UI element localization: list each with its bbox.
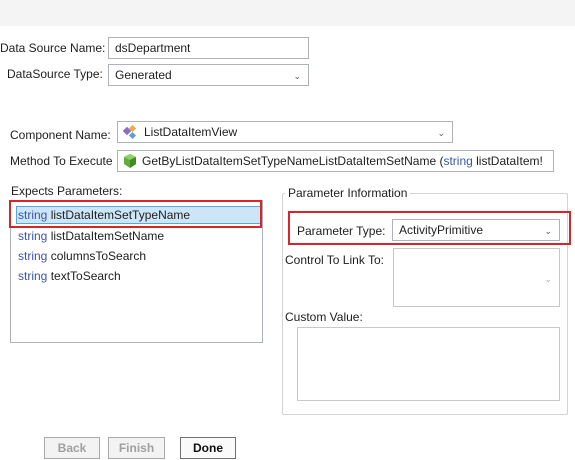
param-name: textToSearch xyxy=(50,269,121,283)
param-name: columnsToSearch xyxy=(50,249,147,263)
done-button[interactable]: Done xyxy=(180,437,236,459)
finish-button[interactable]: Finish xyxy=(108,437,165,459)
back-button[interactable]: Back xyxy=(44,437,100,459)
component-name-value: ListDataItemView xyxy=(144,125,238,139)
chevron-down-icon: ⌄ xyxy=(544,274,552,284)
custom-value-label: Custom Value: xyxy=(285,310,363,324)
chevron-down-icon: ⌄ xyxy=(544,226,552,236)
method-value: GetByListDataItemSetTypeNameListDataItem… xyxy=(142,153,543,169)
param-name: listDataItemSetName xyxy=(50,229,165,243)
method-to-execute-select[interactable]: GetByListDataItemSetTypeNameListDataItem… xyxy=(117,150,554,172)
data-source-name-label: Data Source Name: xyxy=(0,41,106,55)
component-icon xyxy=(123,125,137,140)
chevron-down-icon: ⌄ xyxy=(437,128,445,138)
method-value-suffix: listDataItem! xyxy=(472,154,543,168)
datasource-type-label: DataSource Type: xyxy=(7,67,103,81)
method-value-prefix: GetByListDataItemSetTypeNameListDataItem… xyxy=(142,154,444,168)
method-value-keyword: string xyxy=(443,154,473,168)
parameter-information-title: Parameter Information xyxy=(285,186,411,200)
control-to-link-label: Control To Link To: xyxy=(285,253,384,267)
datasource-type-value: Generated xyxy=(115,68,172,82)
param-type: string xyxy=(18,249,48,263)
data-source-name-input[interactable]: dsDepartment xyxy=(108,37,309,59)
expects-parameters-label: Expects Parameters: xyxy=(11,184,123,198)
component-name-label: Component Name: xyxy=(10,128,111,142)
parameter-type-select[interactable]: ActivityPrimitive ⌄ xyxy=(392,219,560,241)
component-name-select[interactable]: ListDataItemView ⌄ xyxy=(117,121,453,143)
title-bar-area xyxy=(0,0,575,26)
list-item[interactable]: string textToSearch xyxy=(18,267,121,285)
method-cube-icon xyxy=(124,154,136,168)
datasource-type-select[interactable]: Generated ⌄ xyxy=(108,64,309,86)
chevron-down-icon: ⌄ xyxy=(293,71,301,81)
method-to-execute-label: Method To Execute xyxy=(10,154,113,168)
list-item[interactable]: string columnsToSearch xyxy=(18,247,146,265)
highlight-frame-selected-parameter xyxy=(9,200,262,228)
param-type: string xyxy=(18,269,48,283)
parameter-type-value: ActivityPrimitive xyxy=(399,223,484,237)
control-to-link-select[interactable]: ⌄ xyxy=(393,248,560,307)
parameter-type-label: Parameter Type: xyxy=(297,224,386,238)
custom-value-input[interactable] xyxy=(297,327,560,401)
list-item[interactable]: string listDataItemSetName xyxy=(18,227,164,245)
param-type: string xyxy=(18,229,48,243)
